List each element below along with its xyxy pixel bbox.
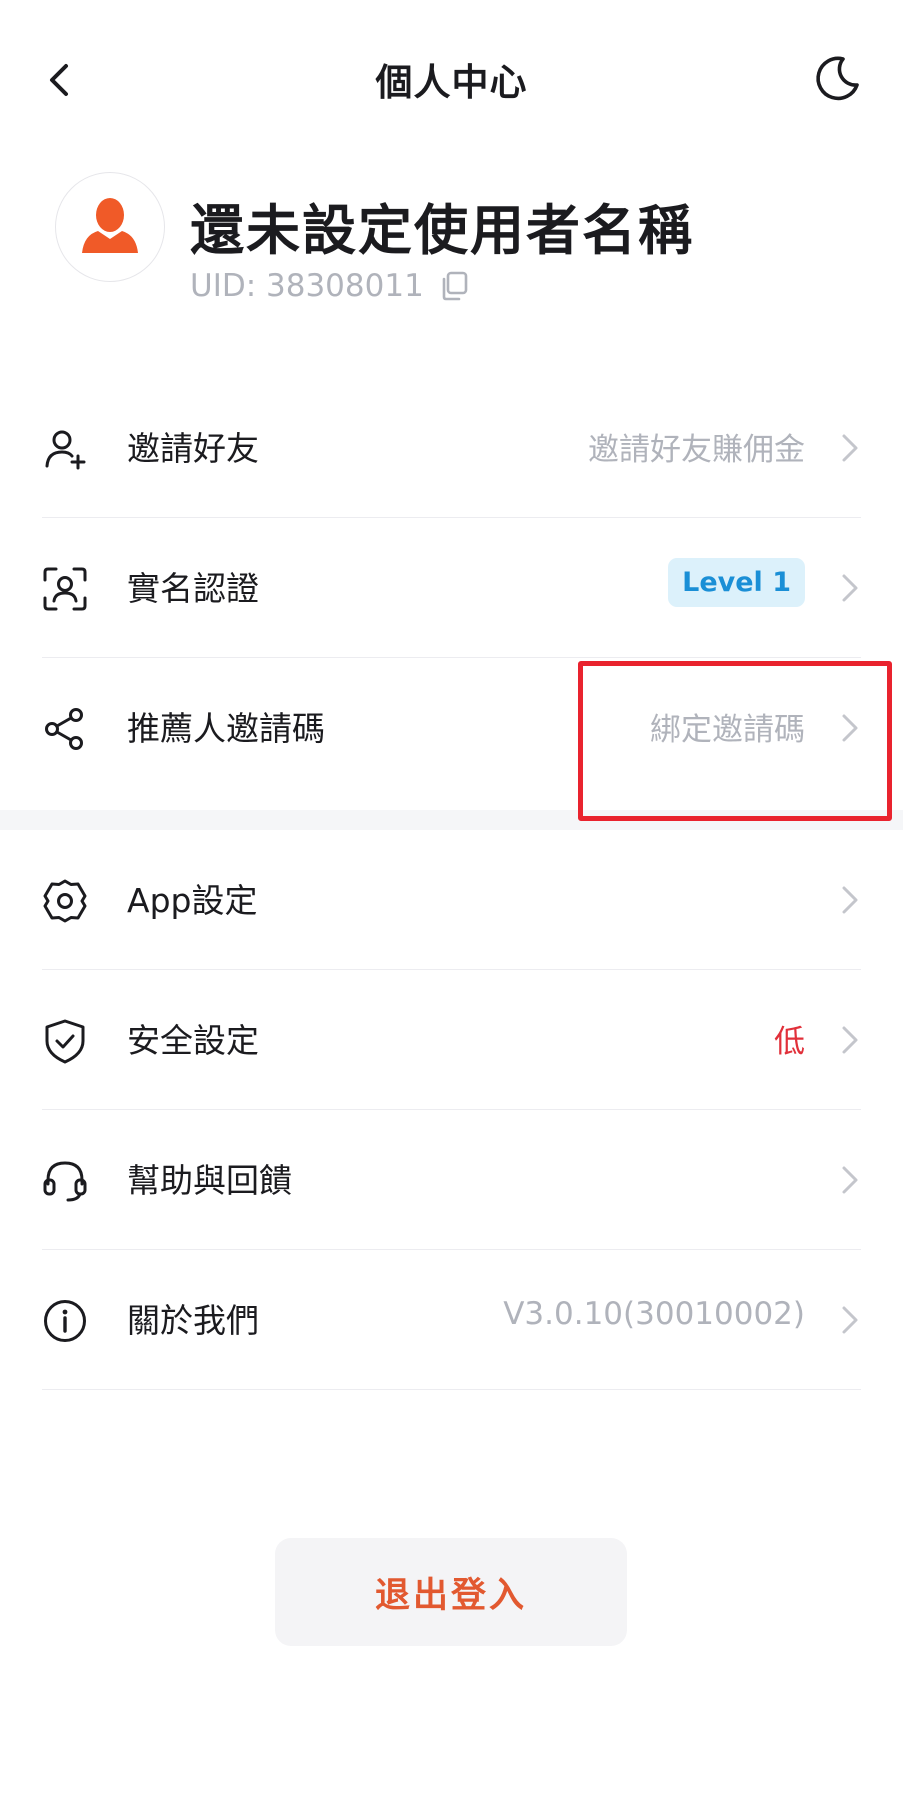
info-icon	[44, 1300, 86, 1342]
chevron-right-icon	[842, 1166, 858, 1194]
menu-item-label: 幫助與回饋	[127, 1161, 292, 1200]
gear-icon	[43, 879, 87, 923]
menu-item-label: 推薦人邀請碼	[127, 709, 325, 748]
menu-item-app-settings[interactable]: App設定	[0, 830, 903, 970]
menu-item-about-us[interactable]: 關於我們 V3.0.10(30010002)	[0, 1250, 903, 1390]
copy-button[interactable]	[438, 270, 470, 302]
menu-item-security-settings[interactable]: 安全設定 低	[0, 970, 903, 1110]
menu-group-settings: App設定 安全設定 低 幫助與回饋 關於我們 V3.0.10(30010002…	[0, 830, 903, 1390]
level-badge: Level 1	[668, 558, 805, 607]
logout-label: 退出登入	[374, 1575, 527, 1616]
chevron-right-icon	[842, 434, 858, 462]
uid-text: UID: 38308011	[190, 268, 424, 304]
chevron-right-icon	[842, 886, 858, 914]
bind-referral-code-link[interactable]: 綁定邀請碼	[650, 704, 805, 749]
section-divider	[0, 810, 903, 830]
user-silhouette-icon	[82, 198, 138, 253]
version-value: V3.0.10(30010002)	[503, 1296, 805, 1332]
menu-item-referral-code[interactable]: 推薦人邀請碼 綁定邀請碼	[0, 658, 903, 798]
chevron-right-icon	[842, 714, 858, 742]
username: 還未設定使用者名稱	[190, 199, 694, 262]
menu-item-invite-friends[interactable]: 邀請好友 邀請好友賺佣金	[0, 378, 903, 518]
share-icon	[45, 708, 83, 750]
theme-toggle-button[interactable]	[812, 52, 864, 104]
header: 個人中心	[0, 0, 903, 160]
copy-icon	[442, 271, 468, 301]
page-title: 個人中心	[375, 61, 528, 104]
avatar[interactable]	[55, 172, 165, 282]
divider	[42, 1389, 861, 1390]
menu-group-account: 邀請好友 邀請好友賺佣金 實名認證 Level 1 推薦人邀請碼 綁定邀請碼	[0, 378, 903, 798]
profile-section: 還未設定使用者名稱 UID: 38308011	[0, 160, 903, 340]
moon-icon	[816, 56, 859, 101]
logout-button[interactable]: 退出登入	[275, 1538, 627, 1646]
menu-item-label: 實名認證	[127, 569, 259, 608]
security-level-value: 低	[774, 1024, 805, 1060]
chevron-right-icon	[842, 574, 858, 602]
headset-icon	[43, 1161, 87, 1202]
face-id-icon	[43, 567, 87, 611]
menu-item-label: 邀請好友	[127, 429, 259, 468]
chevron-right-icon	[842, 1306, 858, 1334]
menu-item-label: App設定	[127, 881, 258, 920]
chevron-right-icon	[842, 1026, 858, 1054]
menu-item-help-feedback[interactable]: 幫助與回饋	[0, 1110, 903, 1250]
menu-item-value: 邀請好友賺佣金	[588, 432, 805, 468]
uid-row: UID: 38308011	[190, 268, 470, 304]
menu-item-label: 安全設定	[127, 1021, 259, 1060]
shield-check-icon	[45, 1019, 85, 1064]
menu-item-label: 關於我們	[127, 1301, 259, 1340]
add-user-icon	[45, 430, 86, 470]
menu-item-identity-verification[interactable]: 實名認證 Level 1	[0, 518, 903, 658]
